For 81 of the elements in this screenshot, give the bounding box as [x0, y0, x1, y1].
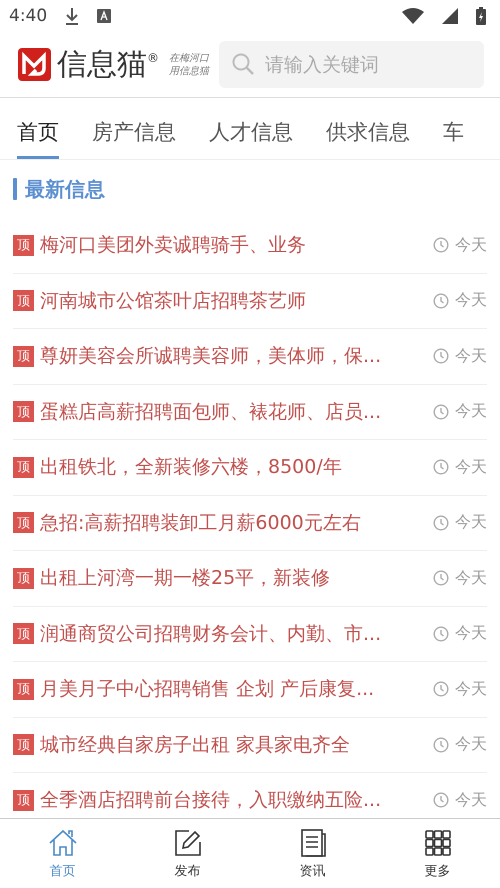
battery-icon — [476, 7, 486, 25]
search-field[interactable]: 请输入关键词 — [219, 41, 484, 88]
top-badge: 顶 — [13, 678, 34, 700]
home-icon — [48, 828, 78, 858]
listing-time: 今天 — [455, 234, 487, 256]
listing-row[interactable]: 顶 出租铁北，全新装修六楼，8500/年 今天 — [13, 440, 487, 496]
search-icon — [231, 52, 255, 76]
brand-tagline: 在梅河口 用信息猫 — [169, 52, 209, 78]
clock-icon — [433, 792, 449, 808]
category-tab[interactable]: 房产信息 — [92, 118, 176, 159]
clock-icon — [433, 626, 449, 642]
clock-icon — [433, 292, 449, 309]
wifi-icon — [402, 8, 424, 24]
category-tab[interactable]: 车 — [443, 118, 464, 159]
nav-tab[interactable]: 更多 — [375, 819, 500, 888]
listing-time: 今天 — [455, 734, 487, 756]
top-badge: 顶 — [13, 790, 34, 811]
listing-title: 蛋糕店高薪招聘面包师、裱花师、店员... — [40, 400, 382, 425]
clock-icon — [433, 237, 449, 254]
listing-title: 城市经典自家房子出租 家具家电齐全 — [40, 732, 352, 758]
listing-time: 今天 — [455, 401, 487, 422]
top-badge: 顶 — [13, 290, 34, 312]
listing-title: 润通商贸公司招聘财务会计、内勤、市... — [40, 622, 382, 647]
top-badge: 顶 — [13, 568, 34, 589]
top-badge: 顶 — [13, 734, 34, 756]
signal-icon — [442, 8, 458, 24]
keyboard-icon — [97, 9, 112, 23]
listing-row[interactable]: 顶 尊妍美容会所诚聘美容师，美体师，保... 今天 — [13, 329, 487, 384]
listing-time: 今天 — [455, 678, 487, 700]
download-icon — [65, 7, 80, 25]
listing-row[interactable]: 顶 润通商贸公司招聘财务会计、内勤、市... 今天 — [13, 606, 487, 662]
top-badge: 顶 — [13, 623, 34, 644]
listing-title: 全季酒店招聘前台接待，入职缴纳五险... — [40, 788, 382, 814]
top-badge: 顶 — [13, 401, 34, 422]
clock-icon — [433, 348, 449, 364]
listing-row[interactable]: 顶 蛋糕店高薪招聘面包师、裱花师、店员... 今天 — [13, 384, 487, 440]
section-marker — [13, 178, 17, 200]
listing-row[interactable]: 顶 月美月子中心招聘销售 企划 产后康复... 今天 — [13, 662, 487, 718]
status-time: 4:40 — [9, 6, 48, 26]
listing-time: 今天 — [455, 456, 487, 478]
listing-time: 今天 — [455, 346, 487, 367]
nav-tab[interactable]: 资讯 — [250, 819, 375, 888]
listing-row[interactable]: 顶 城市经典自家房子出租 家具家电齐全 今天 — [13, 718, 487, 773]
clock-icon — [433, 570, 449, 586]
top-badge: 顶 — [13, 456, 34, 478]
listing-title: 尊妍美容会所诚聘美容师，美体师，保... — [40, 344, 382, 370]
top-badge: 顶 — [13, 234, 34, 256]
section-title: 最新信息 — [25, 176, 105, 202]
category-tab[interactable]: 首页 — [17, 118, 59, 159]
listing-title: 出租上河湾一期一楼25平，新装修 — [40, 566, 332, 592]
nav-tab[interactable]: 首页 — [0, 819, 125, 888]
registered-mark: ® — [147, 50, 159, 64]
listing-time: 今天 — [455, 512, 487, 534]
grid-icon — [422, 828, 452, 858]
listing-time: 今天 — [455, 623, 487, 644]
category-tab[interactable]: 供求信息 — [326, 118, 410, 159]
listing-title: 河南城市公馆茶叶店招聘茶艺师 — [40, 288, 307, 314]
logo-icon — [18, 48, 51, 81]
top-badge: 顶 — [13, 512, 34, 534]
clock-icon — [433, 459, 449, 476]
listing-title: 急招:高薪招聘装卸工月薪6000元左右 — [40, 510, 362, 536]
listing-time: 今天 — [455, 290, 487, 312]
top-badge: 顶 — [13, 346, 34, 367]
category-tab[interactable]: 人才信息 — [209, 118, 293, 159]
listing-title: 月美月子中心招聘销售 企划 产后康复... — [40, 677, 376, 702]
listing-row[interactable]: 顶 急招:高薪招聘装卸工月薪6000元左右 今天 — [13, 496, 487, 551]
listing-row[interactable]: 顶 梅河口美团外卖诚聘骑手、业务 今天 — [13, 218, 487, 274]
listing-time: 今天 — [455, 568, 487, 589]
listing-time: 今天 — [455, 790, 487, 811]
listing-row[interactable]: 顶 河南城市公馆茶叶店招聘茶艺师 今天 — [13, 274, 487, 329]
clock-icon — [433, 404, 449, 420]
edit-icon — [172, 828, 202, 858]
clock-icon — [433, 514, 449, 531]
clock-icon — [433, 736, 449, 753]
listing-row[interactable]: 顶 全季酒店招聘前台接待，入职缴纳五险... 今天 — [13, 773, 487, 818]
clock-icon — [433, 681, 449, 698]
listing-title: 出租铁北，全新装修六楼，8500/年 — [40, 455, 343, 480]
listing-row[interactable]: 顶 出租上河湾一期一楼25平，新装修 今天 — [13, 551, 487, 606]
brand-name: 信息猫 — [57, 46, 147, 84]
nav-tab[interactable]: 发布 — [125, 819, 250, 888]
listing-title: 梅河口美团外卖诚聘骑手、业务 — [40, 233, 307, 258]
